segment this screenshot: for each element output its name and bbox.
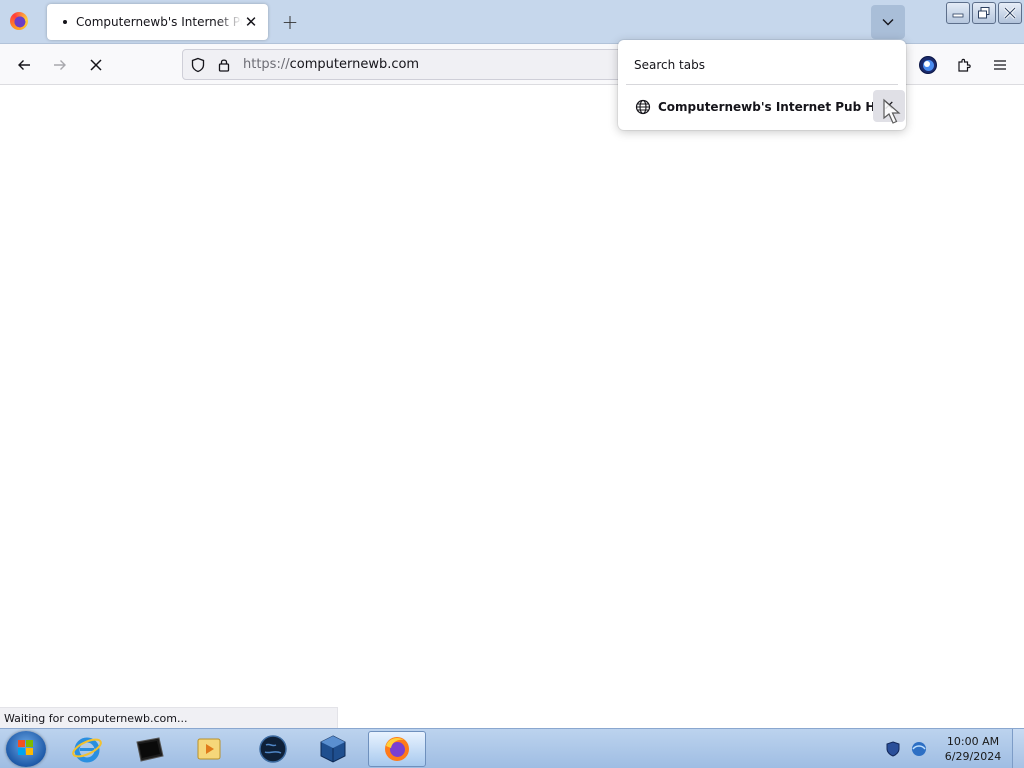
list-item-label: Computernewb's Internet Pub Hub! <box>658 100 898 114</box>
taskbar-internet-explorer[interactable] <box>60 731 114 767</box>
terminal-icon <box>136 737 164 762</box>
mouse-cursor-icon <box>883 98 901 124</box>
tracking-protection-icon[interactable] <box>187 54 209 76</box>
internet-explorer-icon <box>72 737 102 763</box>
firefox-account-icon <box>919 56 937 74</box>
puzzle-icon <box>958 58 971 72</box>
taskbar-network-globe[interactable] <box>246 731 300 767</box>
new-tab-button[interactable]: + <box>279 10 301 34</box>
clock-time: 10:00 AM <box>946 735 1000 748</box>
globe-icon <box>259 735 287 763</box>
loading-dot-icon <box>63 20 67 24</box>
back-button[interactable] <box>10 51 38 79</box>
taskbar-terminal[interactable] <box>122 731 176 767</box>
window-controls <box>946 2 1022 24</box>
system-tray: 10:00 AM 6/29/2024 <box>884 729 1024 768</box>
extensions-button[interactable] <box>950 51 978 79</box>
globe-icon <box>634 98 652 116</box>
stop-icon <box>90 59 102 71</box>
firefox-icon <box>385 737 409 761</box>
arrow-left-icon <box>18 60 30 70</box>
close-icon <box>1003 6 1017 20</box>
url-bar[interactable]: https://computernewb.com <box>182 49 642 80</box>
hamburger-menu-icon <box>994 60 1006 70</box>
url-scheme: https:// <box>243 57 290 72</box>
list-item[interactable]: Computernewb's Internet Pub Hub! ✕ <box>626 90 905 124</box>
divider <box>626 84 898 85</box>
windows-logo-icon <box>18 740 33 755</box>
url-text[interactable]: https://computernewb.com <box>243 57 419 72</box>
account-button[interactable] <box>914 51 942 79</box>
url-host: computernewb.com <box>289 57 420 72</box>
status-panel: Waiting for computernewb.com... <box>0 707 338 728</box>
arrow-right-icon <box>54 60 66 70</box>
taskbar-firefox[interactable] <box>368 731 426 767</box>
restore-button[interactable] <box>972 2 996 24</box>
tab-title: Computernewb's Internet Pub Hub! <box>76 15 242 29</box>
close-window-button[interactable] <box>998 2 1022 24</box>
chevron-down-icon <box>882 19 894 26</box>
virtualbox-icon <box>320 735 346 763</box>
clock-date: 6/29/2024 <box>944 750 1002 763</box>
media-player-icon <box>197 738 221 760</box>
search-tabs-item[interactable]: Search tabs <box>634 58 705 72</box>
restore-icon <box>978 7 990 19</box>
page-content <box>0 85 1024 707</box>
show-desktop-button[interactable] <box>1012 729 1024 768</box>
clock[interactable]: 10:00 AM 6/29/2024 <box>938 734 1008 764</box>
shield-icon[interactable] <box>884 740 902 758</box>
all-tabs-panel: Search tabs Computernewb's Internet Pub … <box>618 40 906 130</box>
minimize-icon <box>952 13 964 18</box>
minimize-button[interactable] <box>946 2 970 24</box>
tab-computernewb[interactable]: Computernewb's Internet Pub Hub! ✕ <box>47 4 268 40</box>
tab-close-icon[interactable]: ✕ <box>242 13 260 31</box>
title-bar: Computernewb's Internet Pub Hub! ✕ + <box>0 0 1024 44</box>
firefox-icon[interactable] <box>10 12 28 30</box>
list-all-tabs-button[interactable] <box>871 5 905 39</box>
stop-button[interactable] <box>82 51 110 79</box>
app-menu-button[interactable] <box>986 51 1014 79</box>
taskbar: 10:00 AM 6/29/2024 <box>0 728 1024 768</box>
taskbar-media-player[interactable] <box>182 731 236 767</box>
lock-icon <box>218 58 230 72</box>
taskbar-virtualbox[interactable] <box>306 731 360 767</box>
network-icon[interactable] <box>910 740 928 758</box>
forward-button[interactable] <box>46 51 74 79</box>
shield-icon <box>191 57 205 72</box>
start-button[interactable] <box>6 731 46 767</box>
site-security-button[interactable] <box>213 54 235 76</box>
